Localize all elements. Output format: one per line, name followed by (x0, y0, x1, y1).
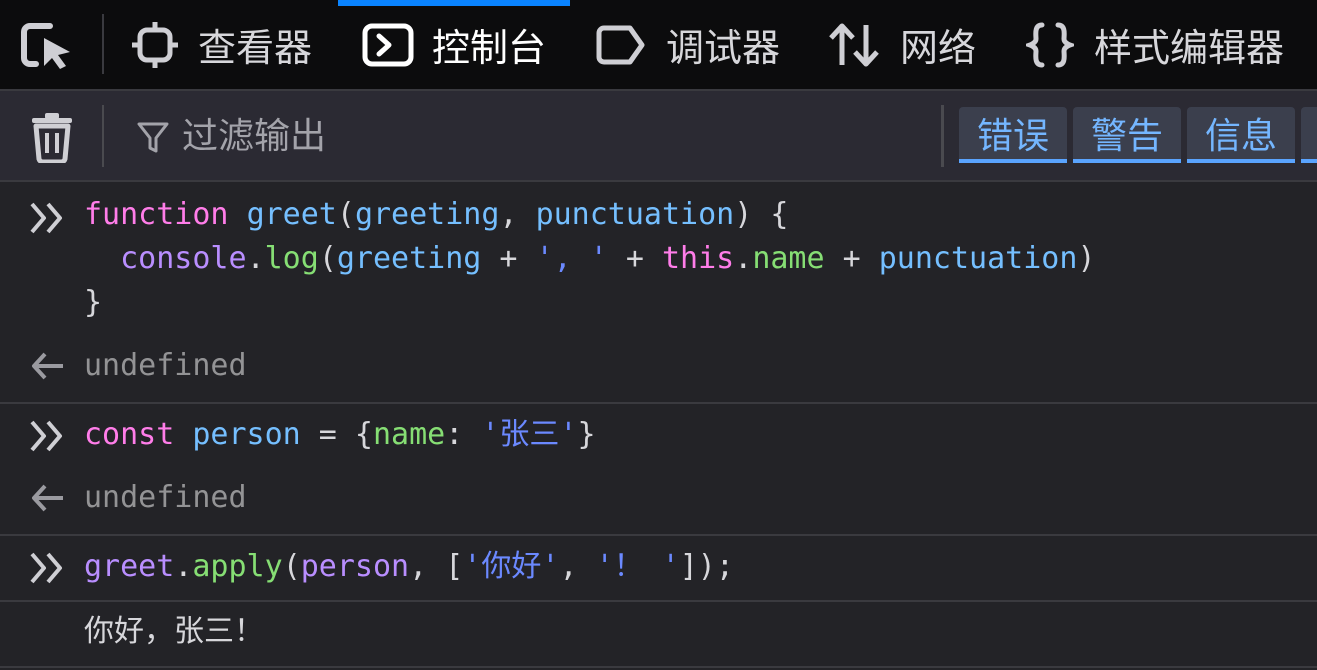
console-entry: const person = {name: '张三'} undefined (0, 404, 1317, 536)
code-token: this (662, 241, 735, 276)
inspector-icon (130, 20, 180, 70)
code-token: greeting (354, 197, 500, 232)
code-token: , (559, 549, 596, 584)
console-result-value[interactable]: undefined (84, 476, 247, 520)
filter-output-input[interactable] (182, 111, 922, 161)
tab-debugger-label: 调试器 (666, 26, 781, 70)
code-token: console (120, 241, 247, 276)
code-token: + (824, 241, 879, 276)
devtools-toolbar: 查看器 控制台 调试器 网络 样式编辑器 (0, 0, 1317, 91)
filter-warnings-button[interactable]: 警告 (1073, 107, 1181, 163)
debugger-icon (596, 24, 648, 66)
code-token: greet (84, 549, 175, 584)
code-token: function (84, 197, 229, 232)
console-entry: function greet(greeting, punctuation) { … (0, 182, 1317, 404)
input-prompt-icon (30, 420, 62, 452)
code-token: + (481, 241, 536, 276)
code-token: greeting (336, 241, 482, 276)
code-token: , (499, 197, 536, 232)
toolbar-separator (102, 14, 104, 74)
code-token: apply (192, 549, 283, 584)
code-token: punctuation (535, 197, 735, 232)
console-icon (362, 23, 414, 67)
filter-errors-button[interactable]: 错误 (959, 107, 1067, 163)
code-token: '张三' (481, 417, 578, 452)
tab-network[interactable]: 网络 (828, 0, 976, 89)
input-prompt-icon (30, 552, 62, 584)
code-token: greet (246, 197, 337, 232)
console-filter-bar: 错误 警告 信息 (0, 91, 1317, 182)
code-token: . (734, 241, 753, 276)
code-token: } (577, 417, 596, 452)
code-token: ]); (679, 549, 734, 584)
console-input-code[interactable]: const person = {name: '张三'} (84, 413, 596, 457)
filter-warnings-label: 警告 (1090, 116, 1163, 157)
code-token: const (84, 417, 175, 452)
input-prompt-icon (30, 202, 62, 234)
element-picker-icon[interactable] (20, 22, 80, 70)
code-token: ( (318, 241, 337, 276)
console-log-message: 你好，张三！ (0, 602, 1317, 668)
code-token: '！ ' (595, 549, 680, 584)
filter-separator-2 (941, 105, 944, 167)
tab-console-label: 控制台 (432, 26, 547, 70)
code-token: name (373, 417, 446, 452)
tab-network-label: 网络 (900, 26, 977, 70)
code-token: + (607, 241, 662, 276)
network-icon (828, 21, 880, 69)
code-token: = { (300, 417, 373, 452)
code-token: . (174, 549, 193, 584)
result-arrow-icon (32, 484, 63, 512)
filter-logs-button[interactable] (1301, 107, 1317, 163)
filter-errors-label: 错误 (976, 116, 1049, 157)
style-editor-icon (1026, 21, 1074, 69)
tab-style-editor-label: 样式编辑器 (1094, 26, 1285, 70)
trash-icon[interactable] (28, 111, 76, 165)
code-token: punctuation (878, 241, 1078, 276)
code-token: } (84, 285, 103, 320)
code-token: log (264, 241, 319, 276)
code-token: person (192, 417, 301, 452)
console-log-output[interactable]: 你好，张三！ (84, 610, 264, 654)
code-token: : (445, 417, 482, 452)
devtools-window: 查看器 控制台 调试器 网络 样式编辑器 过滤输出 错误 警告 信息 funct… (0, 0, 1317, 670)
tab-debugger[interactable]: 调试器 (596, 0, 780, 89)
filter-info-label: 信息 (1204, 116, 1277, 157)
code-token: . (246, 241, 265, 276)
console-input-code[interactable]: function greet(greeting, punctuation) { … (84, 193, 1096, 325)
code-token: '你好' (463, 549, 560, 584)
filter-info-button[interactable]: 信息 (1187, 107, 1295, 163)
console-entry: greet.apply(person, ['你好', '！ ']); (0, 536, 1317, 602)
code-token: , [ (409, 549, 464, 584)
filter-icon (136, 121, 170, 155)
code-token: ( (282, 549, 301, 584)
tab-inspector-label: 查看器 (198, 26, 313, 70)
code-token: ( (336, 197, 355, 232)
filter-separator (102, 105, 104, 167)
tab-style-editor[interactable]: 样式编辑器 (1026, 0, 1284, 89)
tab-console[interactable]: 控制台 (337, 0, 571, 89)
code-token: name (752, 241, 825, 276)
result-arrow-icon (32, 352, 63, 380)
tab-inspector[interactable]: 查看器 (130, 0, 312, 89)
console-output: function greet(greeting, punctuation) { … (0, 182, 1317, 670)
code-token: ) { (734, 197, 789, 232)
console-input-code[interactable]: greet.apply(person, ['你好', '！ ']); (84, 545, 734, 589)
console-result-value[interactable]: undefined (84, 344, 247, 388)
code-token: person (300, 549, 410, 584)
code-token: ', ' (535, 241, 608, 276)
code-token: ) (1077, 241, 1096, 276)
